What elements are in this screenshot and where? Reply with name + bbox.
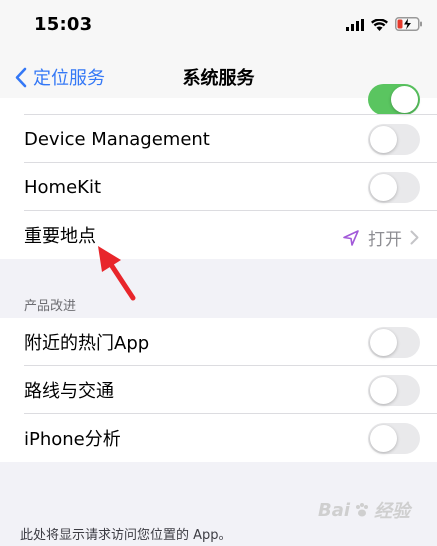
significant-locations-value: 打开 [342,225,419,250]
cellular-signal-icon [346,16,364,35]
significant-locations-label: 重要地点 [24,226,96,247]
partial-row-toggle[interactable] [368,84,420,115]
significant-locations-status: 打开 [368,230,402,250]
popular-near-me-label: 附近的热门App [24,333,150,354]
page-title: 系统服务 [182,68,255,89]
routing-traffic-label: 路线与交通 [24,381,114,402]
location-arrow-icon [343,229,359,246]
popular-near-me-toggle[interactable] [368,327,420,358]
battery-charging-icon [395,16,423,35]
homekit-label: HomeKit [24,176,102,198]
list-item-homekit: HomeKit [0,163,437,211]
device-management-toggle[interactable] [368,124,420,155]
list-item-device-management: Device Management [0,115,437,163]
list-item-routing-traffic: 路线与交通 [0,366,437,414]
status-bar: 15:03 [0,0,437,52]
watermark-suffix: 经验 [374,501,411,522]
device-management-label: Device Management [24,128,210,150]
homekit-toggle[interactable] [368,172,420,203]
list-item-iphone-analytics: iPhone分析 [0,414,437,462]
watermark: Bai 经验 [318,490,428,530]
status-icons [346,16,423,35]
list-item-significant-locations[interactable]: 重要地点 打开 [0,211,437,259]
section-header-product-improvement: 产品改进 [24,299,77,314]
list-item-partial [0,84,437,115]
routing-traffic-toggle[interactable] [368,375,420,406]
system-services-group: Device Management HomeKit 重要地点 打开 [0,84,437,259]
paw-icon [356,503,369,517]
chevron-right-icon [410,230,419,245]
footer-note: 此处将显示请求访问您位置的 App。 [20,528,232,543]
watermark-brand: Bai [318,499,351,521]
wifi-icon [371,16,388,35]
iphone-analytics-label: iPhone分析 [24,429,121,450]
iphone-analytics-toggle[interactable] [368,423,420,454]
list-item-popular-near-me: 附近的热门App [0,318,437,366]
product-improvement-group: 附近的热门App 路线与交通 iPhone分析 [0,318,437,462]
status-time: 15:03 [34,14,93,35]
